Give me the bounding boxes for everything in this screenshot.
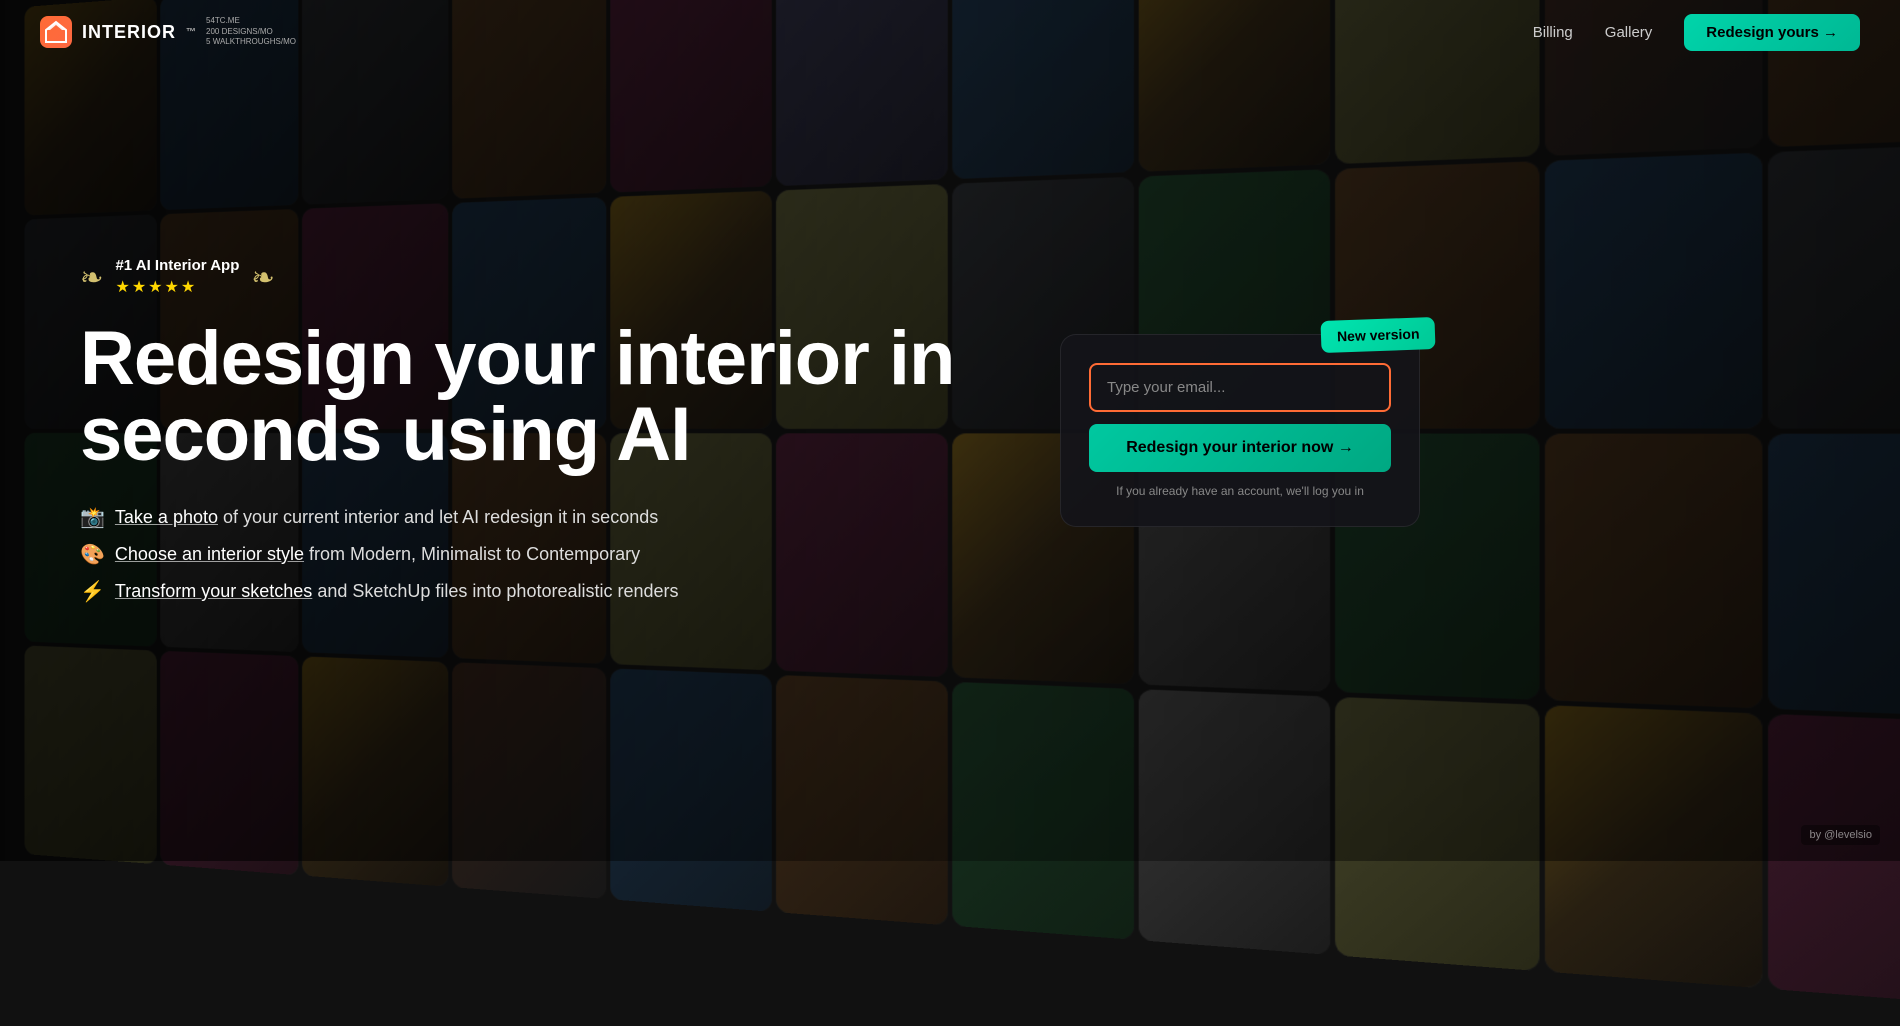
headline-line2: seconds using AI (80, 392, 690, 477)
logo-tm: ™ (186, 27, 196, 38)
award-text: #1 AI Interior App (115, 257, 239, 274)
hero-headline: Redesign your interior in seconds using … (80, 321, 980, 473)
nav-billing[interactable]: Billing (1533, 24, 1573, 41)
navbar: INTERIOR ™ 54TC.ME 200 DESIGNS/MO 5 WALK… (0, 0, 1900, 64)
feature-item-3: ⚡ Transform your sketches and SketchUp f… (80, 579, 980, 604)
features-list: 📸 Take a photo of your current interior … (80, 505, 980, 604)
laurel-left: ❧ (80, 261, 103, 294)
palette-icon: 🎨 (80, 542, 105, 567)
signin-text: If you already have an account, we'll lo… (1089, 484, 1391, 498)
email-input[interactable] (1089, 363, 1391, 412)
new-version-badge: New version (1320, 317, 1436, 353)
feature-text-1: Take a photo of your current interior an… (115, 507, 658, 528)
cta-button[interactable]: Redesign your interior now → (1089, 424, 1391, 472)
nav-right: Billing Gallery Redesign yours → (1533, 14, 1860, 51)
feature-text-2: Choose an interior style from Modern, Mi… (115, 544, 640, 565)
logo-text: INTERIOR (82, 22, 176, 43)
feature-link-1[interactable]: Take a photo (115, 507, 218, 527)
laurel-right: ❧ (251, 261, 274, 294)
headline-line1: Redesign your interior in (80, 316, 954, 401)
logo-icon (40, 16, 72, 48)
signup-section: New version Redesign your interior now →… (1060, 334, 1420, 527)
credit-text: by @levelsio (1801, 825, 1880, 845)
feature-link-3[interactable]: Transform your sketches (115, 581, 312, 601)
award-info: #1 AI Interior App ★★★★★ (115, 257, 239, 297)
logo-area: INTERIOR ™ 54TC.ME 200 DESIGNS/MO 5 WALK… (40, 16, 296, 48)
lightning-icon: ⚡ (80, 579, 105, 604)
nav-cta-button[interactable]: Redesign yours → (1684, 14, 1860, 51)
feature-link-2[interactable]: Choose an interior style (115, 544, 304, 564)
signup-card: New version Redesign your interior now →… (1060, 334, 1420, 527)
feature-text-3: Transform your sketches and SketchUp fil… (115, 581, 679, 602)
feature-item-2: 🎨 Choose an interior style from Modern, … (80, 542, 980, 567)
hero-section: ❧ #1 AI Interior App ★★★★★ ❧ Redesign yo… (80, 257, 980, 604)
camera-icon: 📸 (80, 505, 105, 530)
feature-item-1: 📸 Take a photo of your current interior … (80, 505, 980, 530)
nav-gallery[interactable]: Gallery (1605, 24, 1653, 41)
logo-badge: 54TC.ME 200 DESIGNS/MO 5 WALKTHROUGHS/MO (206, 16, 296, 47)
main-content: ❧ #1 AI Interior App ★★★★★ ❧ Redesign yo… (0, 0, 1900, 861)
award-badge: ❧ #1 AI Interior App ★★★★★ ❧ (80, 257, 980, 297)
stars: ★★★★★ (115, 277, 239, 297)
